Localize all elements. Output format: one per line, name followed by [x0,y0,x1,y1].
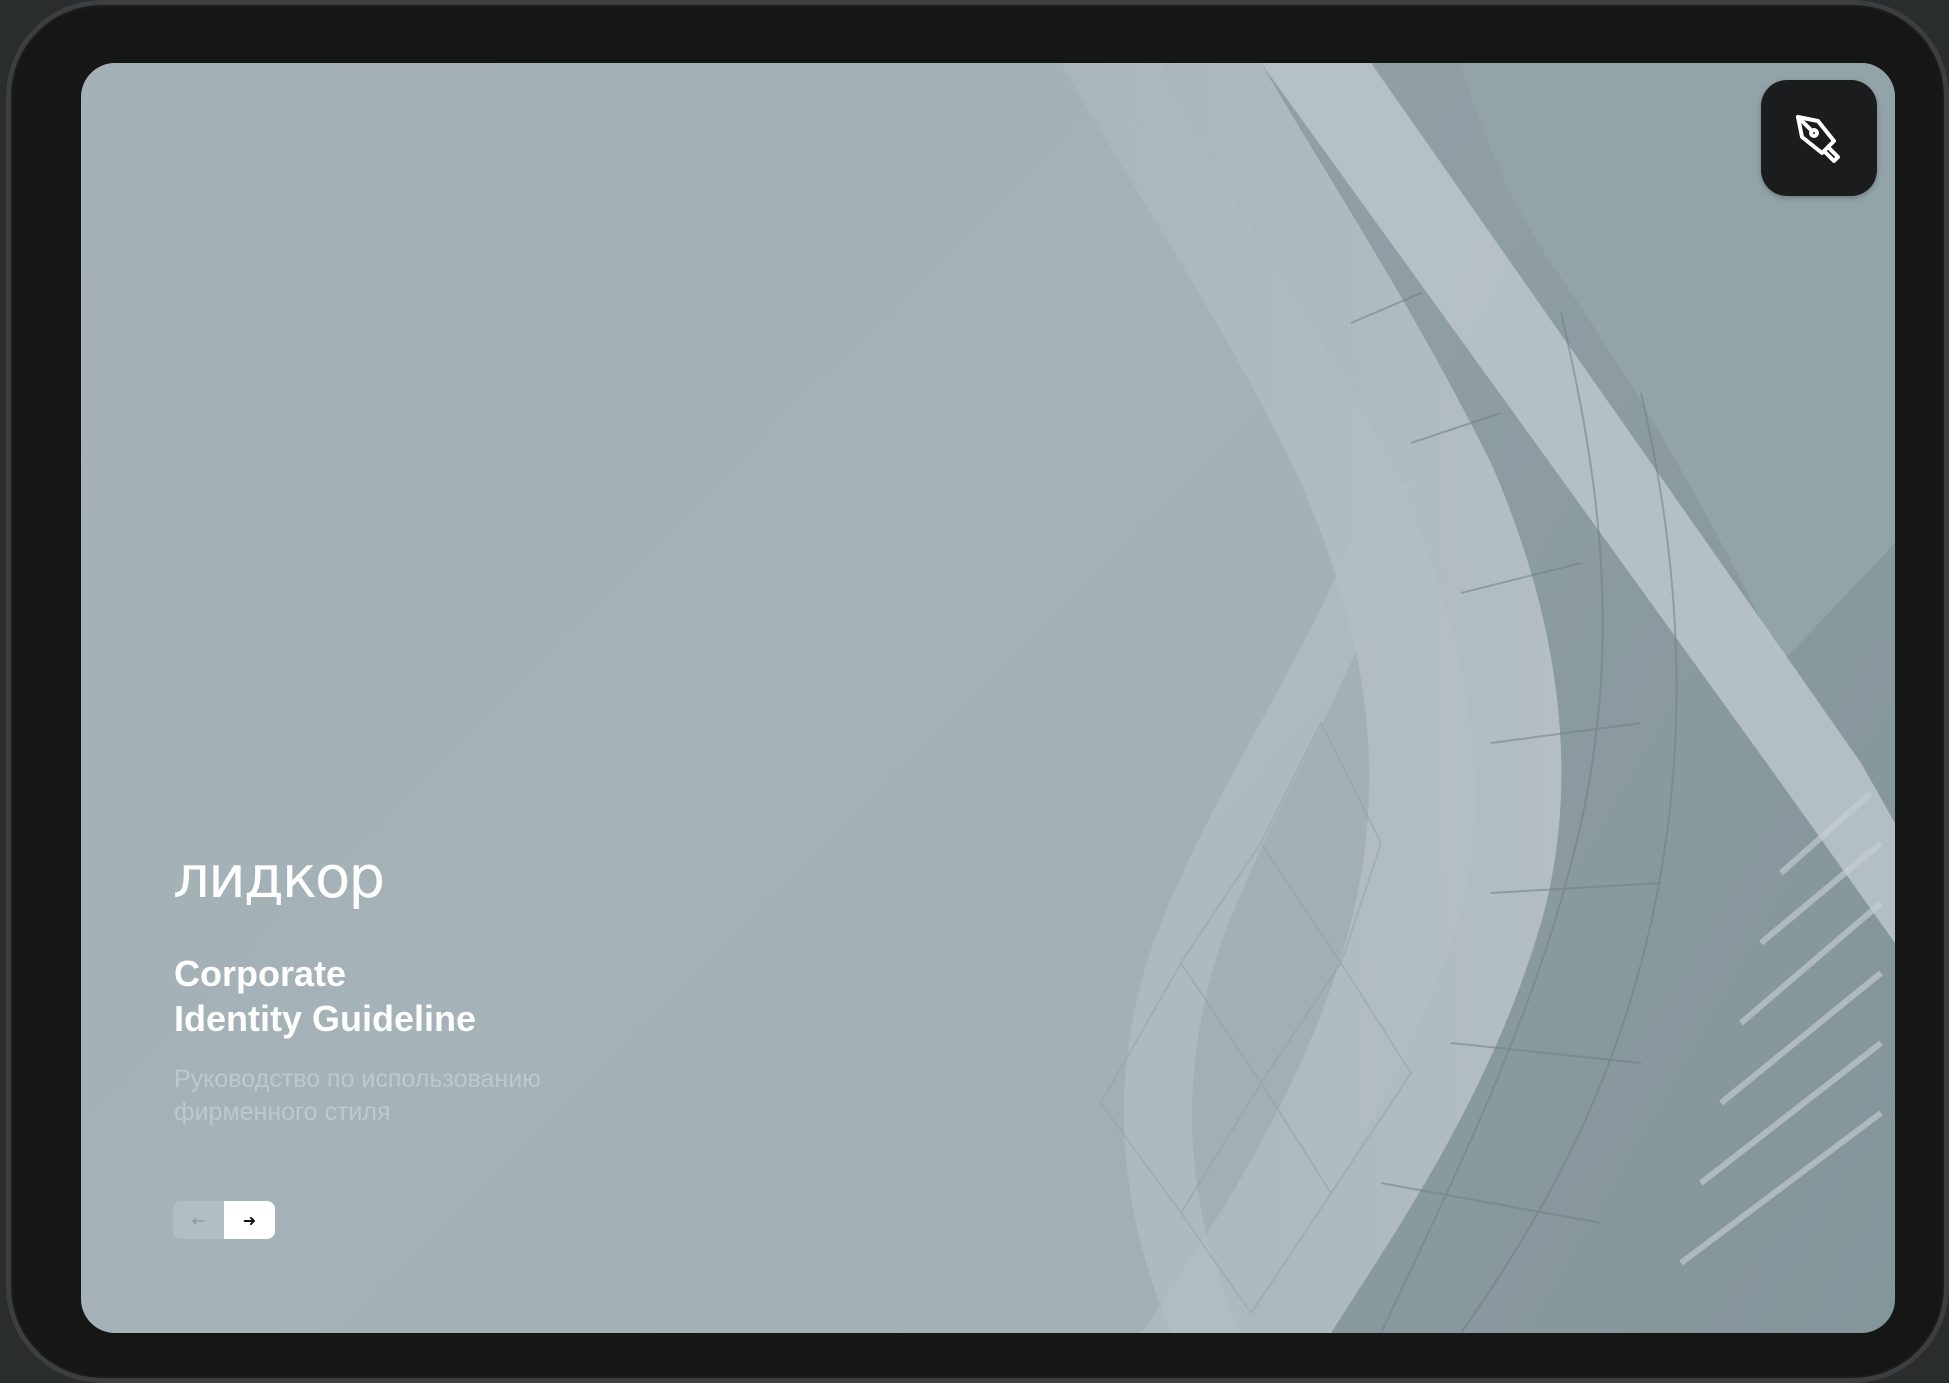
page-subtitle: Руководство по использованию фирменного … [174,1063,541,1129]
arrow-right-icon: ➜ [242,1210,257,1230]
tablet-frame: лидкор Corporate Identity Guideline Руко… [6,0,1949,1383]
slide-navigation: ← ➜ [173,1201,275,1239]
presentation-slide: лидкор Corporate Identity Guideline Руко… [81,63,1895,1333]
arrow-left-icon: ← [191,1210,206,1230]
title-line-1: Corporate [174,953,347,994]
brand-logo: лидкор [173,843,385,911]
subtitle-line-1: Руководство по использованию [174,1065,541,1093]
next-slide-button[interactable]: ➜ [224,1201,275,1239]
subtitle-line-2: фирменного стиля [174,1098,391,1126]
page-title: Corporate Identity Guideline [174,951,476,1041]
pen-tool-icon [1796,115,1840,163]
previous-slide-button[interactable]: ← [173,1201,224,1239]
title-line-2: Identity Guideline [174,998,477,1039]
architecture-background-image [1061,63,1895,1333]
pen-tool-button[interactable] [1761,80,1877,196]
